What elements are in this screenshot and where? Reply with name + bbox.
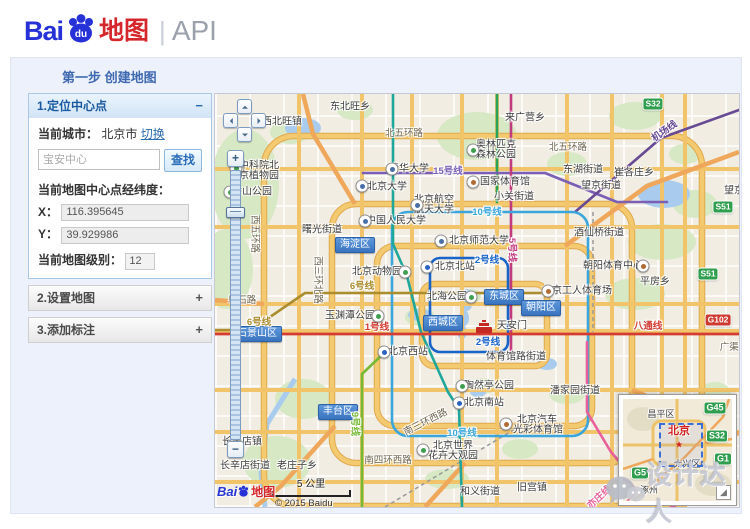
minimap-map[interactable]: 昌平区大兴区涿州G45S32G1G5 北京 ★ ◢	[623, 399, 732, 501]
park-icon	[456, 380, 469, 393]
sport-icon	[467, 176, 480, 189]
zoom-out-button[interactable]: −	[227, 441, 244, 458]
sport-icon	[637, 260, 650, 273]
school-icon	[435, 235, 448, 248]
park-icon	[417, 444, 430, 457]
scale-text: 5 公里	[271, 475, 351, 490]
panel-set-map: 2.设置地图 +	[28, 285, 212, 311]
panel3-header[interactable]: 3.添加标注 +	[29, 318, 211, 342]
current-city-row: 当前城市： 北京市 切换	[38, 125, 202, 142]
map-canvas[interactable]: 西北旺镇东北旺乡来广营乡北五环路北五环路东湖街道望京街道望京崔各庄乡小关街道酒仙…	[214, 93, 740, 508]
minimap-toggle-button[interactable]: ◢	[716, 485, 731, 500]
map-label: G5	[632, 468, 648, 479]
step-bar: 第一步 创建地图	[10, 57, 742, 89]
y-row: Y： 39.929986	[38, 225, 202, 243]
panel3-title: 3.添加标注	[37, 323, 95, 337]
pan-down-button[interactable]	[237, 127, 252, 142]
map-copyright: © 2015 Baidu	[275, 498, 333, 508]
zoom-slider[interactable]	[230, 170, 241, 440]
lnglat-label: 当前地图中心点经纬度：	[38, 181, 202, 198]
current-city-value: 北京市	[101, 127, 137, 141]
park-icon	[467, 144, 480, 157]
panel2-header[interactable]: 2.设置地图 +	[29, 286, 211, 310]
level-row: 当前地图级别： 12	[38, 251, 202, 270]
station-icon	[421, 261, 434, 274]
step-title: 第一步 创建地图	[62, 67, 157, 86]
pan-left-button[interactable]	[223, 113, 238, 128]
pan-right-button[interactable]	[251, 113, 266, 128]
map-level-value[interactable]: 12	[125, 253, 155, 270]
pan-down-icon	[242, 133, 248, 139]
search-button[interactable]: 查找	[164, 149, 202, 172]
expand-icon[interactable]: +	[195, 286, 203, 310]
panel-locate-center: 1.定位中心点 − 当前城市： 北京市 切换 查找 当前地图中心点经纬度： X：…	[28, 93, 212, 279]
expand-icon[interactable]: +	[195, 318, 203, 342]
park-icon	[465, 291, 478, 304]
panel-add-marker: 3.添加标注 +	[28, 317, 212, 343]
station-icon	[453, 397, 466, 410]
switch-city-link[interactable]: 切换	[141, 127, 165, 141]
panel1-header[interactable]: 1.定位中心点 −	[29, 94, 211, 118]
zoom-slider-thumb[interactable]	[226, 207, 245, 218]
minimap-beijing-label: 北京	[668, 422, 690, 438]
collapse-icon[interactable]: −	[195, 94, 203, 118]
pan-up-icon	[242, 102, 248, 108]
baidu-paw-icon: du	[64, 12, 98, 51]
attr-map-text: 地图	[251, 483, 275, 500]
school-icon	[356, 180, 369, 193]
current-city-label: 当前城市：	[38, 127, 98, 141]
y-value: 39.929986	[61, 227, 189, 244]
park-icon	[399, 266, 412, 279]
scale-line	[271, 490, 351, 497]
attr-bai-text: Bai	[217, 484, 237, 499]
page: Bai du 地图 | API 第一步 创建地图 1.定位中心点 −	[0, 0, 750, 521]
x-value: 116.395645	[61, 204, 189, 221]
panel1-title: 1.定位中心点	[37, 99, 107, 113]
y-label: Y：	[38, 227, 58, 241]
map-scale-bar: 5 公里	[271, 475, 351, 497]
minimap: 昌平区大兴区涿州G45S32G1G5 北京 ★ ◢	[618, 394, 737, 506]
logo-api-text: API	[172, 13, 217, 49]
search-row: 查找	[38, 149, 202, 172]
map-label: 昌平区	[647, 410, 674, 420]
map-level-label: 当前地图级别：	[38, 253, 122, 267]
school-icon	[386, 163, 399, 176]
panel2-title: 2.设置地图	[37, 291, 95, 305]
sidebar: 1.定位中心点 − 当前城市： 北京市 切换 查找 当前地图中心点经纬度： X：…	[28, 93, 212, 349]
pan-left-icon	[226, 118, 232, 124]
capital-star-icon: ★	[675, 440, 683, 451]
map-label: G1	[715, 454, 731, 465]
sport-icon	[542, 285, 555, 298]
park-icon	[372, 310, 385, 323]
x-row: X： 116.395645	[38, 203, 202, 221]
tiananmen-icon	[476, 327, 492, 333]
x-label: X：	[38, 205, 58, 219]
svg-text:du: du	[75, 29, 87, 40]
panel1-body: 当前城市： 北京市 切换 查找 当前地图中心点经纬度： X： 116.39564…	[29, 118, 211, 278]
map-label: G45	[704, 403, 725, 414]
logo-map-text: 地图	[99, 13, 149, 49]
baidu-map-logo: Bai du 地图 | API	[24, 9, 217, 49]
map-label: 涿州	[640, 486, 658, 496]
sport-icon	[500, 418, 513, 431]
map-attribution-logo: Bai 地图	[217, 483, 275, 500]
pan-up-button[interactable]	[237, 99, 252, 114]
baidu-paw-icon	[237, 485, 250, 498]
school-icon	[359, 215, 372, 228]
pan-right-icon	[257, 118, 263, 124]
zoom-in-button[interactable]: +	[227, 150, 244, 167]
school-icon	[411, 199, 424, 212]
logo-divider: |	[159, 13, 166, 49]
search-input[interactable]	[38, 149, 160, 170]
logo-bai-text: Bai	[24, 13, 63, 49]
top-bar: Bai du 地图 | API	[0, 0, 750, 57]
map-label: S32	[707, 431, 727, 442]
station-icon	[378, 346, 391, 359]
